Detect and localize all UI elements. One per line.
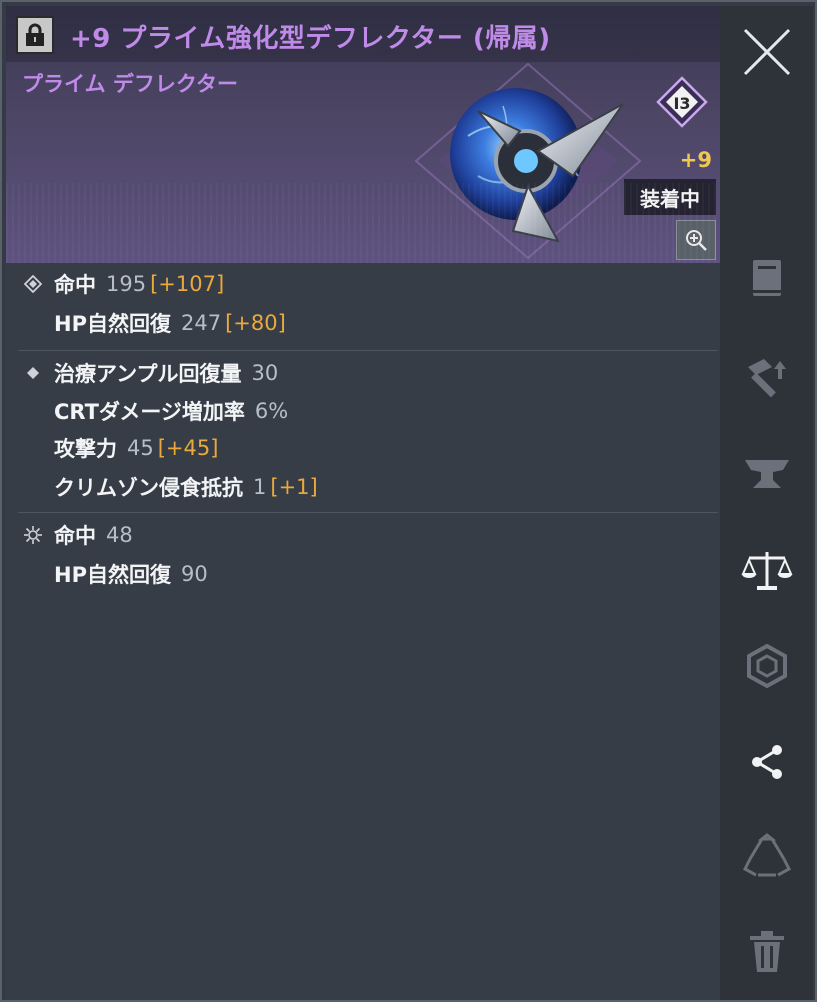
recycle-button[interactable]: [720, 816, 813, 896]
stat-value: 1: [253, 475, 267, 499]
additional-stat-bullet-icon: [22, 362, 44, 384]
divider: [18, 512, 718, 513]
base-stat-diamond-icon: [22, 273, 44, 295]
recycle-icon: [742, 833, 791, 877]
stat-value: 90: [180, 562, 208, 586]
stat-bonus: [+45]: [157, 436, 219, 460]
delete-button[interactable]: [720, 912, 813, 992]
grade-badge: I3: [656, 76, 708, 128]
stat-name: 命中: [54, 273, 96, 297]
stat-row: 攻撃力 45 [+45]: [54, 433, 218, 463]
craft-button[interactable]: [720, 434, 813, 514]
stat-bonus: [+1]: [270, 475, 318, 499]
socket-button[interactable]: [720, 626, 813, 706]
anvil-icon: [744, 460, 789, 488]
stat-name: クリムゾン侵食抵抗: [54, 476, 243, 500]
lock-button[interactable]: [16, 16, 54, 54]
share-icon: [751, 745, 782, 779]
stat-value: 247: [180, 311, 222, 335]
divider: [18, 350, 718, 351]
stat-name: HP自然回復: [54, 563, 171, 587]
item-type: プライム デフレクター: [22, 72, 239, 96]
book-icon: [752, 260, 781, 296]
deflector-item-image: [414, 62, 642, 260]
grade-badge-label: I3: [673, 94, 690, 113]
stat-name: CRTダメージ増加率: [54, 400, 245, 424]
item-detail-window: +9 プライム強化型デフレクター (帰属) プライム デフレクター I3 +9 …: [0, 0, 817, 1002]
stat-value: 48: [106, 523, 133, 547]
share-button[interactable]: [720, 722, 813, 802]
stat-row: 命中 195 [+107]: [54, 269, 224, 299]
stat-row: クリムゾン侵食抵抗 1 [+1]: [54, 472, 318, 502]
stat-bonus: [+107]: [150, 272, 225, 296]
item-header: +9 プライム強化型デフレクター (帰属) プライム デフレクター I3 +9 …: [6, 6, 720, 263]
enhance-level: +9: [679, 148, 712, 172]
stat-value: 30: [251, 361, 279, 385]
special-stat-star-icon: [22, 524, 44, 546]
action-sidebar: [720, 6, 813, 1000]
close-button[interactable]: [720, 12, 813, 92]
stat-value: 195: [106, 272, 147, 296]
stat-name: HP自然回復: [54, 312, 171, 336]
stat-name: 治療アンプル回復量: [54, 362, 242, 386]
hammer-upgrade-icon: [747, 359, 786, 398]
scales-icon: [740, 552, 793, 590]
hexagon-icon: [746, 644, 787, 688]
stat-row: 治療アンプル回復量 30: [54, 358, 282, 388]
close-icon: [743, 28, 790, 76]
stat-row: CRTダメージ増加率 6%: [54, 396, 292, 426]
stat-row: HP自然回復 90: [54, 559, 212, 589]
zoom-button[interactable]: [676, 220, 716, 260]
stat-value: 6%: [254, 399, 289, 423]
stat-name: 攻撃力: [54, 437, 117, 461]
enhance-button[interactable]: [720, 338, 813, 418]
item-info-button[interactable]: [720, 238, 813, 318]
stat-value: 45: [127, 436, 154, 460]
stats-panel: 命中 195 [+107] HP自然回復 247 [+80] 治療アンプル回復量…: [6, 263, 720, 1000]
item-name: +9 プライム強化型デフレクター (帰属): [70, 24, 551, 54]
compare-button[interactable]: [720, 530, 813, 610]
trash-icon: [749, 931, 784, 972]
stat-name: 命中: [54, 524, 96, 548]
lock-icon: [26, 23, 44, 46]
stat-row: 命中 48: [54, 520, 137, 550]
stat-bonus: [+80]: [225, 311, 286, 335]
stat-row: HP自然回復 247 [+80]: [54, 308, 286, 338]
zoom-in-icon: [686, 230, 707, 251]
equipped-badge: 装着中: [624, 179, 716, 215]
